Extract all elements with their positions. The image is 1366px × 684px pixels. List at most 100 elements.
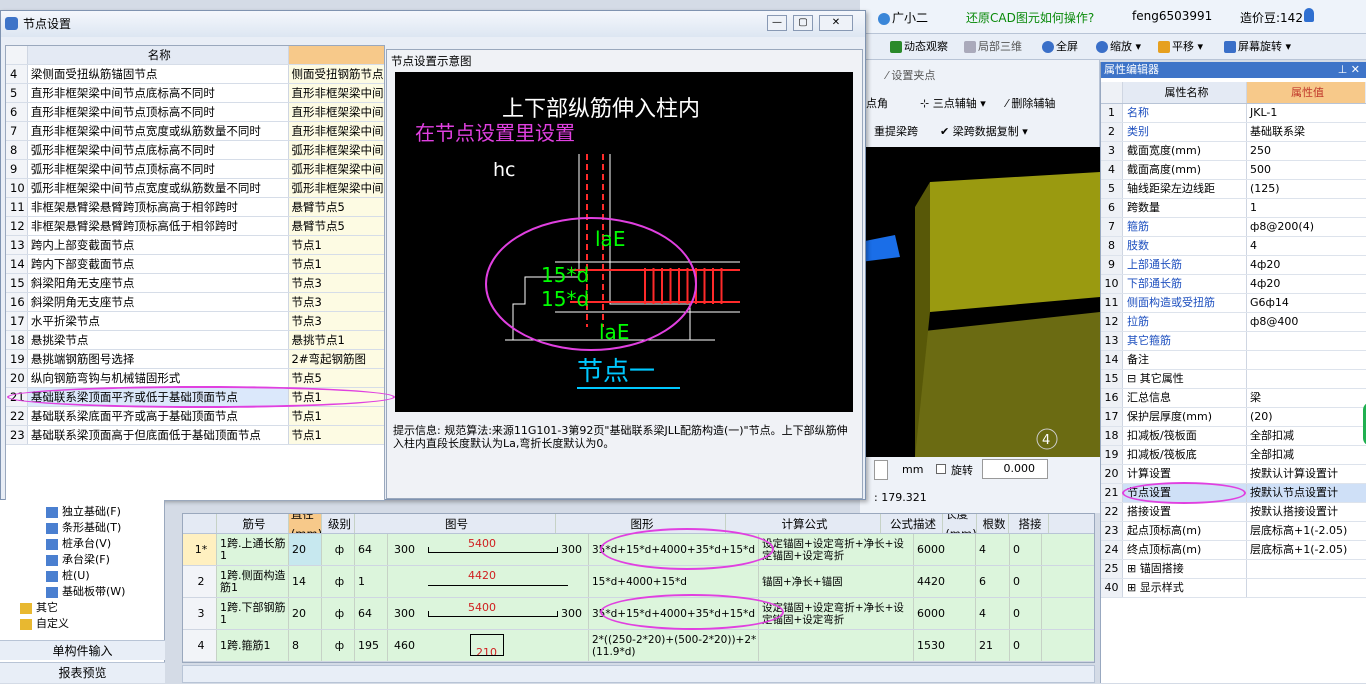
rotate-screen-button[interactable]: 屏幕旋转 ▾ [1224,34,1291,60]
rebar-diameter[interactable]: 20 [289,598,322,629]
node-row-value[interactable]: 节点1 [288,407,384,425]
node-setting-row[interactable]: 17 水平折梁节点 节点3 [6,312,384,331]
prop-row-value[interactable]: 全部扣减 [1247,446,1365,464]
node-setting-row[interactable]: 12 非框架悬臂梁悬臂跨顶标高低于相邻跨时 悬臂节点5 [6,217,384,236]
rebar-diameter[interactable]: 14 [289,566,322,597]
prop-row-value[interactable]: 按默认搭接设置计 [1247,503,1365,521]
prop-row[interactable]: 14 备注 [1101,351,1366,370]
delete-axis-button[interactable]: ⁄ 删除辅轴 [1006,95,1055,111]
prop-row-value[interactable]: 按默认计算设置计 [1247,465,1365,483]
node-row-value[interactable]: 弧形非框架梁中间 [288,141,384,159]
prop-row-value[interactable] [1247,332,1365,350]
rebar-figure[interactable]: 195 [355,630,388,661]
node-setting-row[interactable]: 13 跨内上部变截面节点 节点1 [6,236,384,255]
node-setting-row[interactable]: 5 直形非框架梁中间节点底标高不同时 直形非框架梁中间 [6,84,384,103]
rebar-grade[interactable]: ф [322,534,355,565]
prop-row[interactable]: 17 保护层厚度(mm) (20) [1101,408,1366,427]
pan-button[interactable]: 平移 ▾ [1158,34,1203,60]
prop-row[interactable]: 5 轴线距梁左边线距 (125) [1101,180,1366,199]
node-row-value[interactable]: 2#弯起钢筋图 [288,350,384,368]
node-row-value[interactable]: 节点1 [288,236,384,254]
three-point-axis-button[interactable]: ⊹ 三点辅轴 ▾ [920,95,986,111]
prop-row-value[interactable] [1247,560,1365,578]
rebar-grade[interactable]: ф [322,598,355,629]
close-button[interactable]: ✕ [819,15,853,31]
node-row-value[interactable]: 节点5 [288,369,384,387]
orbit-button[interactable]: 动态观察 [890,34,948,60]
rebar-desc[interactable]: 设定锚固+设定弯折+净长+设定锚固+设定弯折 [759,534,914,565]
help-link[interactable]: 还原CAD图元如何操作? [966,9,1094,26]
prop-row[interactable]: 25 ⊞ 锚固搭接 [1101,560,1366,579]
rebar-figure[interactable]: 64 [355,534,388,565]
node-setting-row[interactable]: 6 直形非框架梁中间节点顶标高不同时 直形非框架梁中间 [6,103,384,122]
prop-row[interactable]: 1 名称 JKL-1 [1101,104,1366,123]
prop-row[interactable]: 4 截面高度(mm) 500 [1101,161,1366,180]
prop-row-value[interactable] [1247,351,1365,369]
rebar-diameter[interactable]: 20 [289,534,322,565]
nav-item[interactable]: 基础板带(W) [0,584,164,600]
rebar-count[interactable]: 4 [976,598,1010,629]
node-row-value[interactable]: 悬挑节点1 [288,331,384,349]
prop-row-value[interactable]: 4ф20 [1247,256,1365,274]
pin-close-icons[interactable]: ⊥ ✕ [1338,62,1366,78]
rebar-name[interactable]: 1跨.下部钢筋1 [217,598,289,629]
report-preview-button[interactable]: 报表预览 [0,662,165,683]
set-grip-button[interactable]: ⁄ 设置夹点 [886,67,935,83]
node-setting-row[interactable]: 19 悬挑端钢筋图号选择 2#弯起钢筋图 [6,350,384,369]
prop-row-value[interactable]: ф8@200(4) [1247,218,1365,236]
node-row-value[interactable]: 节点3 [288,274,384,292]
nav-item[interactable]: 条形基础(T) [0,520,164,536]
rebar-name[interactable]: 1跨.侧面构造筋1 [217,566,289,597]
node-row-value[interactable]: 弧形非框架梁中间 [288,160,384,178]
single-input-button[interactable]: 单构件输入 [0,640,165,660]
nav-item[interactable]: 桩(U) [0,568,164,584]
rebar-row[interactable]: 2 1跨.侧面构造筋1 14 ф 1 4420 15*d+4000+15*d 锚固+净长+锚固… [183,566,1094,598]
node-row-value[interactable]: 节点1 [288,255,384,273]
node-setting-row[interactable]: 9 弧形非框架梁中间节点顶标高不同时 弧形非框架梁中间 [6,160,384,179]
minimize-button[interactable]: — [767,15,787,31]
node-setting-row[interactable]: 14 跨内下部变截面节点 节点1 [6,255,384,274]
rebar-figure[interactable]: 64 [355,598,388,629]
rebar-desc[interactable]: 锚固+净长+锚固 [759,566,914,597]
node-row-value[interactable]: 弧形非框架梁中间 [288,179,384,197]
coord-spinner[interactable] [874,460,888,480]
prop-row-value[interactable]: JKL-1 [1247,104,1365,122]
prop-row-value[interactable]: (125) [1247,180,1365,198]
horizontal-scrollbar[interactable] [182,665,1095,683]
node-setting-row[interactable]: 18 悬挑梁节点 悬挑节点1 [6,331,384,350]
prop-row-value[interactable]: 层底标高+1(-2.05) [1247,541,1365,559]
node-row-value[interactable]: 直形非框架梁中间 [288,84,384,102]
local-3d-button[interactable]: 局部三维 [964,34,1022,60]
guang-label[interactable]: 广小二 [878,9,928,26]
node-setting-row[interactable]: 8 弧形非框架梁中间节点底标高不同时 弧形非框架梁中间 [6,141,384,160]
prop-row-value[interactable]: 层底标高+1(-2.05) [1247,522,1365,540]
nav-item[interactable]: 其它 [0,600,164,616]
node-row-value[interactable]: 直形非框架梁中间 [288,122,384,140]
prop-row-value[interactable]: 500 [1247,161,1365,179]
node-setting-row[interactable]: 10 弧形非框架梁中间节点宽度或纵筋数量不同时 弧形非框架梁中间 [6,179,384,198]
prop-row-value[interactable]: ф8@400 [1247,313,1365,331]
bell-icon[interactable] [1304,8,1314,22]
rebar-length[interactable]: 6000 [914,598,976,629]
node-setting-row[interactable]: 22 基础联系梁底面平齐或高于基础顶面节点 节点1 [6,407,384,426]
node-row-value[interactable]: 悬臂节点5 [288,198,384,216]
rebar-length[interactable]: 4420 [914,566,976,597]
prop-row[interactable]: 24 终点顶标高(m) 层底标高+1(-2.05) [1101,541,1366,560]
rebar-length[interactable]: 6000 [914,534,976,565]
rebar-figure[interactable]: 1 [355,566,388,597]
prop-row[interactable]: 15 ⊟ 其它属性 [1101,370,1366,389]
fullscreen-button[interactable]: 全屏 [1042,34,1078,60]
nav-item[interactable]: 自定义 [0,616,164,632]
prop-row-value[interactable]: 全部扣减 [1247,427,1365,445]
nav-item[interactable]: 承台梁(F) [0,552,164,568]
rebar-count[interactable]: 4 [976,534,1010,565]
3d-viewport[interactable]: 4 [860,147,1100,457]
zoom-button[interactable]: 缩放 ▾ [1096,34,1141,60]
prop-row[interactable]: 20 计算设置 按默认计算设置计 [1101,465,1366,484]
rotate-checkbox[interactable] [936,464,946,474]
node-setting-row[interactable]: 16 斜梁阴角无支座节点 节点3 [6,293,384,312]
prop-row-value[interactable] [1247,370,1365,388]
rebar-row[interactable]: 4 1跨.箍筋1 8 ф 195 460 210 2*((250-2*20)+(500-2*2… [183,630,1094,662]
rebar-grade[interactable]: ф [322,566,355,597]
rebar-diameter[interactable]: 8 [289,630,322,661]
